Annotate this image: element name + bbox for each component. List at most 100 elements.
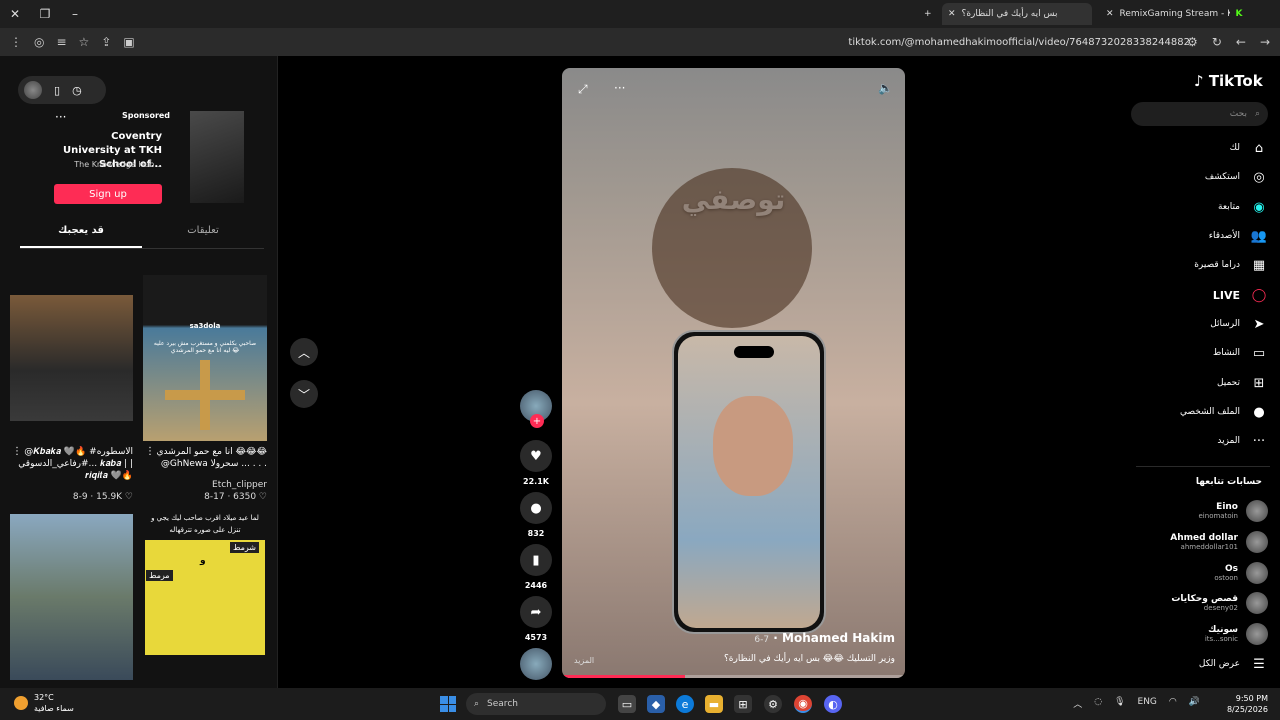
nav-item-explore[interactable]: استكشف ◎ bbox=[1140, 166, 1268, 188]
previous-video-button[interactable]: ︿ bbox=[290, 338, 318, 366]
fullscreen-icon[interactable]: ⤢ bbox=[578, 82, 588, 97]
save-action[interactable]: ▮ 2446 bbox=[520, 544, 552, 590]
settings-app-icon[interactable]: ⚙ bbox=[764, 695, 782, 713]
wifi-icon[interactable]: ◠ bbox=[1169, 697, 1177, 710]
start-button[interactable] bbox=[440, 696, 456, 712]
video-author-name[interactable]: Mohamed Hakim bbox=[782, 631, 895, 645]
share-icon[interactable]: ⇪ bbox=[101, 35, 111, 49]
show-all-following[interactable]: عرض الكل ☰ bbox=[1140, 653, 1268, 675]
clock[interactable]: 9:50 PM 8/25/2026 bbox=[1227, 693, 1268, 715]
more-options-icon[interactable]: ··· bbox=[614, 81, 625, 95]
reload-icon[interactable]: ↻ bbox=[1212, 35, 1222, 49]
network-icon[interactable]: ◌ bbox=[1094, 697, 1102, 710]
music-disc-button[interactable] bbox=[520, 648, 552, 680]
widgets-icon[interactable]: ◆ bbox=[647, 695, 665, 713]
nav-item-live[interactable]: LIVE ◯ bbox=[1140, 284, 1268, 306]
nav-item-messages[interactable]: الرسائل ➤ bbox=[1140, 313, 1268, 335]
tab-for-you[interactable]: قد يعجبك bbox=[20, 225, 142, 248]
avatar[interactable] bbox=[1246, 531, 1268, 553]
chevron-up-icon[interactable]: ︿ bbox=[1073, 697, 1082, 710]
new-tab-button[interactable]: + bbox=[918, 3, 938, 25]
screenshot-icon[interactable]: ▣ bbox=[123, 35, 134, 49]
nav-item-for-you[interactable]: لك ⌂ bbox=[1140, 137, 1268, 159]
comment-action[interactable]: ● 832 bbox=[520, 492, 552, 538]
restore-window-icon[interactable]: ❐ bbox=[30, 0, 60, 28]
minimize-window-icon[interactable]: – bbox=[60, 0, 90, 28]
weather-widget[interactable]: 32°C سماء صافية bbox=[14, 692, 74, 714]
suggested-caption[interactable]: @𝑲𝒃𝒂𝒌𝒂 🩶🔥 #الاسطوره #رفاعي_الدسوقي... 𝒌𝒂… bbox=[10, 446, 133, 482]
avatar[interactable] bbox=[1246, 500, 1268, 522]
nav-item-activity[interactable]: النشاط ▭ bbox=[1140, 342, 1268, 364]
back-icon[interactable]: ← bbox=[1236, 35, 1246, 49]
music-disc-icon[interactable] bbox=[520, 648, 552, 680]
nav-item-upload[interactable]: تحميل ⊞ bbox=[1140, 372, 1268, 394]
extension-icon[interactable]: ◎ bbox=[34, 35, 44, 49]
suggested-author[interactable]: Etch_clipper bbox=[143, 480, 267, 490]
ad-thumbnail[interactable] bbox=[190, 111, 244, 203]
search-icon[interactable]: ⌕ bbox=[1255, 109, 1260, 119]
edge-icon[interactable]: e bbox=[676, 695, 694, 713]
comment-icon[interactable]: ● bbox=[520, 492, 552, 524]
menu-dots-icon[interactable]: ⋮ bbox=[10, 35, 22, 49]
suggested-video-thumbnail[interactable] bbox=[10, 295, 133, 421]
avatar[interactable] bbox=[1246, 562, 1268, 584]
video-more-link[interactable]: المزيد bbox=[574, 656, 594, 665]
chrome-icon[interactable]: ◉ bbox=[794, 695, 812, 713]
suggested-video-thumbnail[interactable] bbox=[10, 514, 133, 680]
more-options-icon[interactable]: ⋮ bbox=[12, 446, 22, 457]
following-account[interactable]: قصص وحكايات deseny02 bbox=[1140, 590, 1268, 616]
like-action[interactable]: ♥ 22.1K bbox=[520, 440, 552, 486]
share-action[interactable]: ➦ 4573 bbox=[520, 596, 552, 642]
nav-item-profile[interactable]: الملف الشخصي ● bbox=[1140, 401, 1268, 423]
suggested-caption[interactable]: لما عيد ميلاد اقرب صاحب ليك يجي و تنزل ع… bbox=[145, 512, 265, 536]
tab-tiktok[interactable]: ✕ بس ايه رأيك في النظارة؟ bbox=[942, 3, 1092, 25]
video-player[interactable]: ⤢ ··· 🔈 توصفي 6-7 · Mohamed Hakim وزير ا… bbox=[562, 68, 905, 678]
heart-icon[interactable]: ♥ bbox=[520, 440, 552, 472]
avatar[interactable] bbox=[24, 81, 42, 99]
url-field[interactable]: tiktok.com/@mohamedhakimoofficial/video/… bbox=[848, 37, 1190, 48]
tab-kick[interactable]: ✕ RemixGaming Stream - Kick Da K bbox=[1100, 3, 1250, 25]
search-input[interactable]: بحث bbox=[1230, 109, 1247, 119]
volume-icon[interactable]: 🔊 bbox=[1189, 697, 1200, 710]
ad-signup-button[interactable]: Sign up bbox=[54, 184, 162, 204]
microphone-icon[interactable]: 🎙 bbox=[1114, 697, 1125, 710]
nav-item-more[interactable]: المزيد ··· bbox=[1140, 430, 1268, 452]
tab-comments[interactable]: تعليقات bbox=[142, 225, 264, 248]
task-view-icon[interactable]: ▭ bbox=[618, 695, 636, 713]
tiktok-logo[interactable]: ♪ TikTok bbox=[1194, 72, 1263, 90]
video-author[interactable]: 6-7 · Mohamed Hakim bbox=[754, 631, 895, 645]
close-window-icon[interactable]: ✕ bbox=[0, 0, 30, 28]
site-settings-icon[interactable]: ⚙ bbox=[1187, 35, 1198, 49]
more-options-icon[interactable]: ⋮ bbox=[145, 446, 155, 457]
following-account[interactable]: Eino einomatoin bbox=[1140, 498, 1268, 524]
close-tab-icon[interactable]: ✕ bbox=[948, 9, 956, 19]
nav-item-following[interactable]: متابعة ◉ bbox=[1140, 196, 1268, 218]
avatar[interactable] bbox=[1246, 592, 1268, 614]
author-avatar-button[interactable]: + bbox=[520, 390, 552, 428]
follow-plus-icon[interactable]: + bbox=[530, 414, 544, 428]
share-arrow-icon[interactable]: ➦ bbox=[520, 596, 552, 628]
store-icon[interactable]: ⊞ bbox=[734, 695, 752, 713]
following-account[interactable]: سونيك its...sonic bbox=[1140, 621, 1268, 647]
volume-icon[interactable]: 🔈 bbox=[878, 81, 893, 95]
taskbar-search[interactable]: ⌕ Search bbox=[466, 693, 606, 715]
nav-item-friends[interactable]: الأصدقاء 👥 bbox=[1140, 225, 1268, 247]
close-tab-icon[interactable]: ✕ bbox=[1106, 9, 1114, 19]
file-explorer-icon[interactable]: ▬ bbox=[705, 695, 723, 713]
device-icon[interactable]: ▯ bbox=[54, 84, 60, 97]
nav-item-drama[interactable]: دراما قصيرة ▦ bbox=[1140, 254, 1268, 276]
language-indicator[interactable]: ENG bbox=[1138, 697, 1157, 710]
forward-icon[interactable]: → bbox=[1260, 35, 1270, 49]
following-account[interactable]: Os ostoon bbox=[1140, 560, 1268, 586]
video-progress-bar[interactable] bbox=[562, 675, 905, 678]
discord-icon[interactable]: ◐ bbox=[824, 695, 842, 713]
bookmark-icon[interactable]: ▮ bbox=[520, 544, 552, 576]
following-account[interactable]: Ahmed dollar ahmeddollar101 bbox=[1140, 529, 1268, 555]
reading-list-icon[interactable]: ≡ bbox=[56, 35, 66, 49]
search-bar[interactable]: بحث ⌕ bbox=[1131, 102, 1268, 126]
next-video-button[interactable]: ﹀ bbox=[290, 380, 318, 408]
bookmark-star-icon[interactable]: ☆ bbox=[79, 35, 90, 49]
autoscroll-icon[interactable]: ◷ bbox=[72, 84, 82, 97]
avatar[interactable] bbox=[1246, 623, 1268, 645]
ad-options-icon[interactable]: ··· bbox=[55, 110, 66, 124]
